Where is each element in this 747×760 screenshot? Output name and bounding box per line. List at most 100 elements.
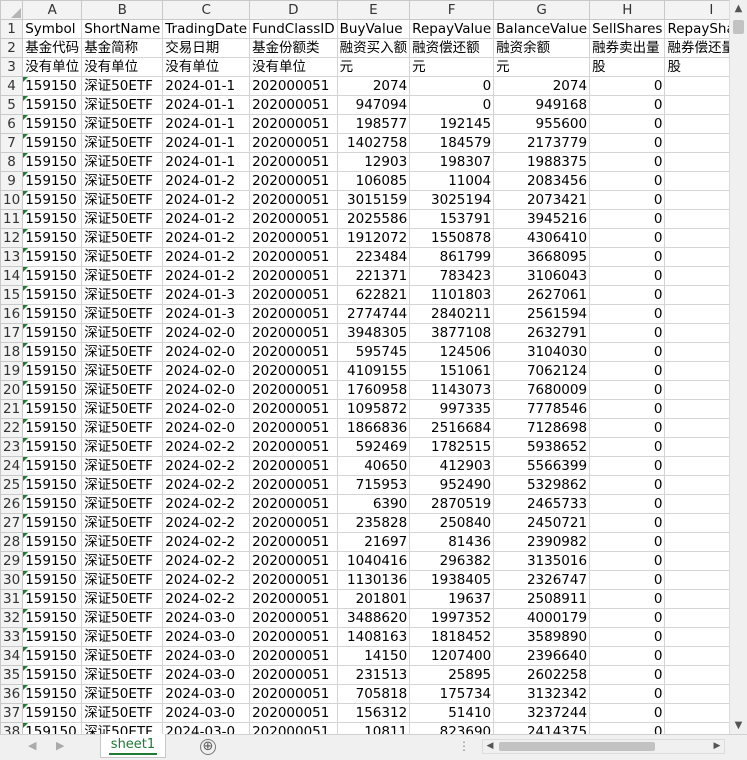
- row-header[interactable]: 13: [0, 247, 24, 267]
- row-header[interactable]: 30: [0, 570, 24, 590]
- cell-h[interactable]: 0: [589, 532, 666, 552]
- row-header[interactable]: 20: [0, 380, 24, 400]
- cell-f[interactable]: 11004: [409, 171, 495, 191]
- cell-a[interactable]: 159150: [22, 171, 83, 191]
- cell-c[interactable]: 2024-01-2: [162, 190, 251, 210]
- cell-h[interactable]: 0: [589, 494, 666, 514]
- cell-d[interactable]: 202000051: [249, 361, 338, 381]
- cell-a[interactable]: 159150: [22, 608, 83, 628]
- row-header[interactable]: 19: [0, 361, 24, 381]
- cell-b[interactable]: 深证50ETF: [81, 570, 164, 590]
- cell-a[interactable]: 159150: [22, 589, 83, 609]
- cell-g[interactable]: 3945216: [493, 209, 591, 229]
- cell-g[interactable]: 元: [493, 57, 591, 77]
- row-header[interactable]: 3: [0, 57, 24, 77]
- cell-a[interactable]: 159150: [22, 342, 83, 362]
- cell-a[interactable]: 159150: [22, 361, 83, 381]
- cell-e[interactable]: 14150: [336, 646, 411, 666]
- row-header[interactable]: 1: [0, 19, 24, 39]
- cell-g[interactable]: 2627061: [493, 285, 591, 305]
- column-header-a[interactable]: A: [22, 0, 83, 20]
- row-header[interactable]: 8: [0, 152, 24, 172]
- cell-a[interactable]: 159150: [22, 513, 83, 533]
- cell-g[interactable]: 2073421: [493, 190, 591, 210]
- cell-e[interactable]: 947094: [336, 95, 411, 115]
- cell-c[interactable]: 2024-01-1: [162, 152, 251, 172]
- cell-c[interactable]: 2024-03-0: [162, 665, 251, 685]
- cell-c[interactable]: 2024-02-2: [162, 589, 251, 609]
- cell-e[interactable]: 2025586: [336, 209, 411, 229]
- cell-d[interactable]: 202000051: [249, 665, 338, 685]
- cell-h[interactable]: 股: [589, 57, 666, 77]
- cell-i[interactable]: 0: [664, 475, 729, 495]
- cell-a[interactable]: 159150: [22, 684, 83, 704]
- cell-b[interactable]: 深证50ETF: [81, 95, 164, 115]
- cell-b[interactable]: 深证50ETF: [81, 76, 164, 96]
- cell-f[interactable]: 25895: [409, 665, 495, 685]
- cell-e[interactable]: 1408163: [336, 627, 411, 647]
- cell-g[interactable]: 7680009: [493, 380, 591, 400]
- cell-e[interactable]: 705818: [336, 684, 411, 704]
- cell-b[interactable]: 深证50ETF: [81, 380, 164, 400]
- cell-a[interactable]: 没有单位: [22, 57, 83, 77]
- cell-h[interactable]: SellShares: [589, 19, 666, 39]
- cell-a[interactable]: 基金代码: [22, 38, 83, 58]
- cell-b[interactable]: 深证50ETF: [81, 323, 164, 343]
- cell-b[interactable]: 深证50ETF: [81, 703, 164, 723]
- cell-h[interactable]: 0: [589, 703, 666, 723]
- row-header[interactable]: 11: [0, 209, 24, 229]
- cell-d[interactable]: 202000051: [249, 399, 338, 419]
- cell-b[interactable]: 深证50ETF: [81, 399, 164, 419]
- cell-i[interactable]: 0: [664, 589, 729, 609]
- row-header[interactable]: 24: [0, 456, 24, 476]
- cell-d[interactable]: 202000051: [249, 418, 338, 438]
- cell-c[interactable]: 2024-01-2: [162, 266, 251, 286]
- cell-e[interactable]: 21697: [336, 532, 411, 552]
- cell-g[interactable]: 2450721: [493, 513, 591, 533]
- cell-g[interactable]: 3104030: [493, 342, 591, 362]
- cell-f[interactable]: 3877108: [409, 323, 495, 343]
- cell-g[interactable]: 3106043: [493, 266, 591, 286]
- cell-h[interactable]: 0: [589, 190, 666, 210]
- cell-g[interactable]: 3589890: [493, 627, 591, 647]
- cell-f[interactable]: 296382: [409, 551, 495, 571]
- row-header[interactable]: 14: [0, 266, 24, 286]
- cell-f[interactable]: 198307: [409, 152, 495, 172]
- row-header[interactable]: 26: [0, 494, 24, 514]
- column-header-e[interactable]: E: [336, 0, 411, 20]
- cell-f[interactable]: 153791: [409, 209, 495, 229]
- cell-h[interactable]: 0: [589, 418, 666, 438]
- cell-e[interactable]: 元: [336, 57, 411, 77]
- cell-g[interactable]: 2074: [493, 76, 591, 96]
- cell-f[interactable]: 融资偿还额: [409, 38, 495, 58]
- cell-d[interactable]: 202000051: [249, 684, 338, 704]
- cell-d[interactable]: 202000051: [249, 646, 338, 666]
- cell-g[interactable]: 2465733: [493, 494, 591, 514]
- cell-h[interactable]: 0: [589, 646, 666, 666]
- row-header[interactable]: 25: [0, 475, 24, 495]
- cell-e[interactable]: 4109155: [336, 361, 411, 381]
- cell-h[interactable]: 0: [589, 247, 666, 267]
- cell-f[interactable]: 19637: [409, 589, 495, 609]
- cell-b[interactable]: 深证50ETF: [81, 361, 164, 381]
- cell-b[interactable]: 深证50ETF: [81, 171, 164, 191]
- cell-i[interactable]: 0: [664, 380, 729, 400]
- cell-i[interactable]: 0: [664, 133, 729, 153]
- cell-h[interactable]: 0: [589, 475, 666, 495]
- cell-i[interactable]: 融券偿还量: [664, 38, 729, 58]
- cell-b[interactable]: 深证50ETF: [81, 304, 164, 324]
- cell-f[interactable]: 1938405: [409, 570, 495, 590]
- add-sheet-icon[interactable]: ⊕: [200, 739, 216, 755]
- cell-a[interactable]: 159150: [22, 95, 83, 115]
- cell-b[interactable]: 深证50ETF: [81, 551, 164, 571]
- cell-b[interactable]: 深证50ETF: [81, 152, 164, 172]
- row-header[interactable]: 35: [0, 665, 24, 685]
- cell-h[interactable]: 0: [589, 589, 666, 609]
- row-header[interactable]: 2: [0, 38, 24, 58]
- cell-h[interactable]: 0: [589, 722, 666, 734]
- cell-d[interactable]: 202000051: [249, 285, 338, 305]
- cell-g[interactable]: 3135016: [493, 551, 591, 571]
- row-header[interactable]: 15: [0, 285, 24, 305]
- cell-g[interactable]: 2396640: [493, 646, 591, 666]
- cell-c[interactable]: 2024-03-0: [162, 703, 251, 723]
